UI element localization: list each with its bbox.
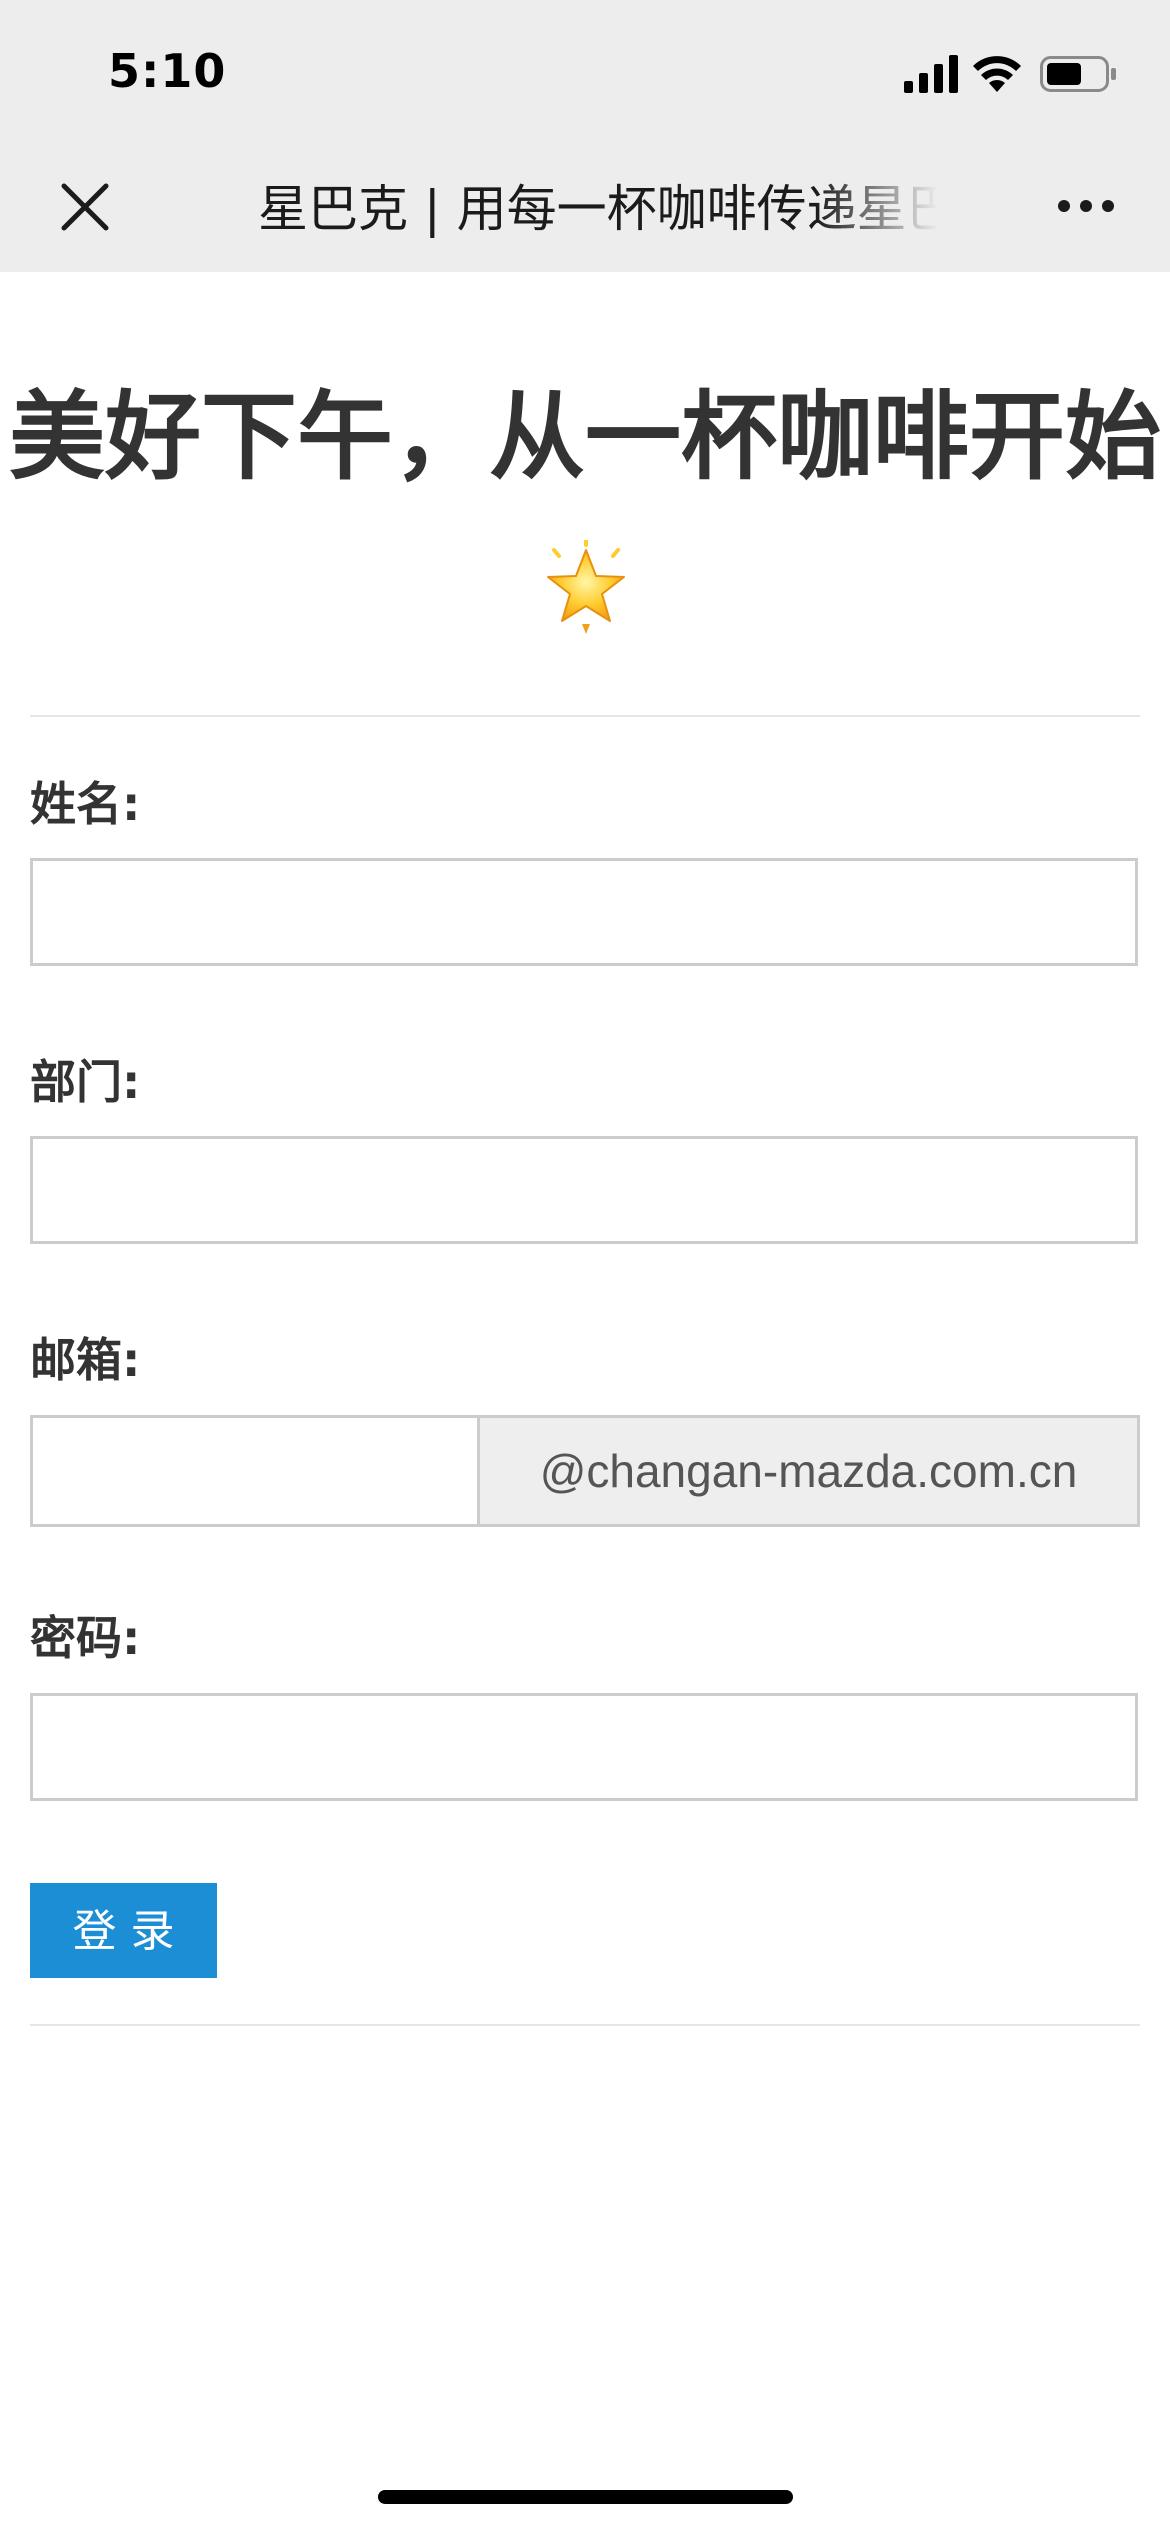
- email-label: 邮箱:: [30, 1333, 141, 1387]
- email-domain-suffix: @changan-mazda.com.cn: [477, 1415, 1140, 1527]
- status-time: 5:10: [108, 44, 227, 98]
- top-bar: 5:10 星巴克 | 用每一杯咖啡传递星巴克独特的咖啡体验: [0, 0, 1170, 272]
- wifi-icon: [973, 56, 1021, 92]
- login-button[interactable]: 登录: [30, 1883, 217, 1978]
- more-icon[interactable]: [1056, 196, 1116, 216]
- battery-icon: [1040, 56, 1116, 92]
- cellular-signal-icon: [904, 55, 958, 93]
- department-input[interactable]: [30, 1136, 1138, 1244]
- name-input[interactable]: [30, 858, 1138, 966]
- close-icon[interactable]: [58, 180, 112, 234]
- password-label: 密码:: [30, 1611, 141, 1665]
- department-label: 部门:: [30, 1055, 141, 1109]
- divider-bottom: [30, 2024, 1140, 2026]
- email-input[interactable]: [30, 1415, 480, 1527]
- headline: 美好下午，从一杯咖啡开始: [9, 381, 1161, 493]
- divider-top: [30, 715, 1140, 717]
- password-input[interactable]: [30, 1693, 1138, 1801]
- name-label: 姓名:: [30, 777, 141, 831]
- glowing-star-icon: [547, 540, 625, 634]
- page-title: 星巴克 | 用每一杯咖啡传递星巴克独特的咖啡体验: [258, 180, 938, 238]
- home-indicator[interactable]: [378, 2490, 793, 2504]
